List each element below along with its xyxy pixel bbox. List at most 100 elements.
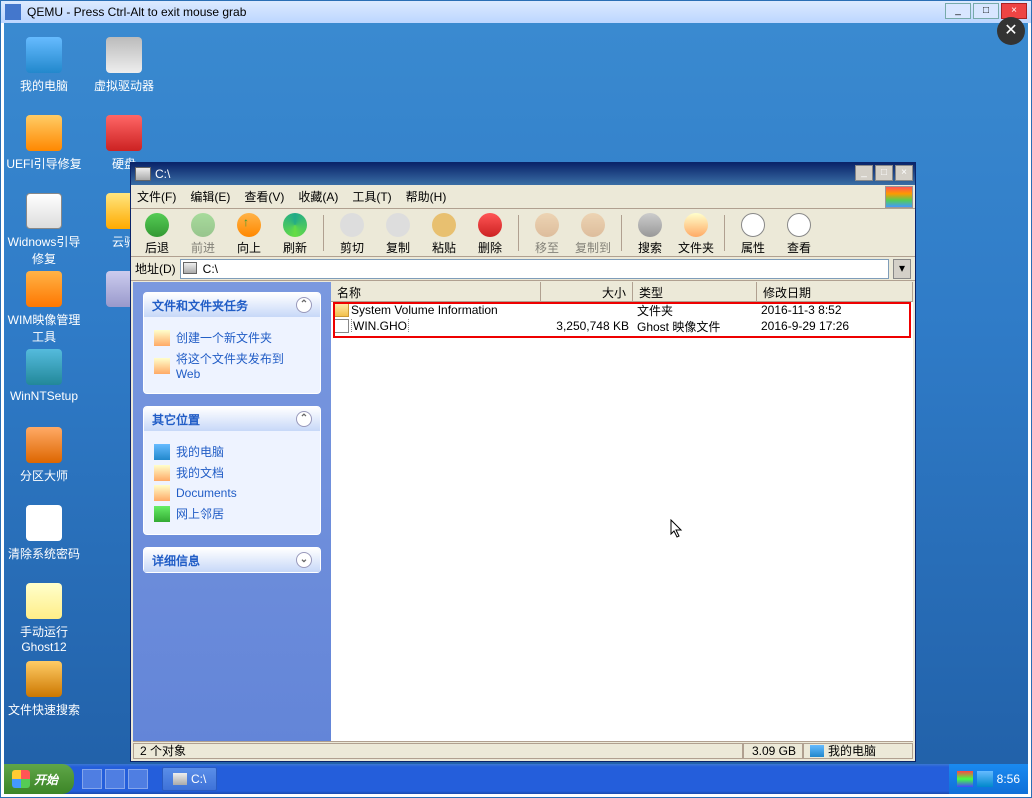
file-size: 3,250,748 KB	[543, 319, 635, 333]
view-button[interactable]: 查看	[777, 211, 821, 255]
forward-button: 前进	[181, 211, 225, 255]
col-date[interactable]: 修改日期	[757, 282, 913, 301]
delete-button[interactable]: 删除	[468, 211, 512, 255]
cut-button[interactable]: 剪切	[330, 211, 374, 255]
menu-edit[interactable]: 编辑(E)	[190, 188, 230, 205]
menu-view[interactable]: 查看(V)	[244, 188, 284, 205]
quick-launch	[82, 769, 148, 789]
address-input[interactable]	[180, 259, 889, 279]
desktop-icon-label: WIM映像管理工具	[4, 311, 84, 345]
xp-desktop[interactable]: 我的电脑虚拟驱动器UEFI引导修复硬盘Widnows引导修复云骑WIM映像管理工…	[4, 23, 1028, 794]
address-drive-icon	[183, 262, 197, 274]
properties-button[interactable]: 属性	[731, 211, 775, 255]
overlay-close-icon[interactable]: ✕	[997, 17, 1025, 45]
sidebar-place-link[interactable]: 网上邻居	[154, 505, 310, 522]
desktop-icon-image	[26, 505, 62, 541]
tray-icon[interactable]	[977, 771, 993, 787]
desktop-icon[interactable]: 我的电脑	[4, 33, 84, 103]
sidebar-task-link[interactable]: 将这个文件夹发布到 Web	[154, 350, 310, 381]
explorer-window-buttons: _ □ ×	[853, 165, 913, 181]
sidebar-task-link[interactable]: 创建一个新文件夹	[154, 329, 310, 346]
qemu-title-text: QEMU - Press Ctrl-Alt to exit mouse grab	[27, 5, 246, 19]
maximize-button[interactable]: □	[973, 3, 999, 19]
qemu-window: QEMU - Press Ctrl-Alt to exit mouse grab…	[0, 0, 1032, 798]
ql-item[interactable]	[105, 769, 125, 789]
desktop-icon[interactable]: 分区大师	[4, 423, 84, 493]
explorer-title-text: C:\	[155, 167, 170, 181]
menu-help[interactable]: 帮助(H)	[406, 188, 447, 205]
place-icon	[154, 444, 170, 460]
file-row[interactable]: WIN.GHO3,250,748 KBGhost 映像文件2016-9-29 1…	[331, 318, 913, 334]
search-button[interactable]: 搜索	[628, 211, 672, 255]
copy-icon	[386, 213, 410, 237]
qemu-titlebar[interactable]: QEMU - Press Ctrl-Alt to exit mouse grab…	[1, 1, 1031, 23]
menu-fav[interactable]: 收藏(A)	[298, 188, 338, 205]
tray-icon[interactable]	[957, 771, 973, 787]
back-button[interactable]: 后退	[135, 211, 179, 255]
start-button[interactable]: 开始	[4, 764, 74, 794]
desktop-icon-label: 文件快速搜索	[4, 701, 84, 718]
desktop-icon[interactable]: WIM映像管理工具	[4, 267, 84, 337]
cut-icon	[340, 213, 364, 237]
desktop-icon-image	[26, 271, 62, 307]
desktop-icon[interactable]: WinNTSetup	[4, 345, 84, 415]
col-name[interactable]: 名称	[331, 282, 541, 301]
menu-tool[interactable]: 工具(T)	[352, 188, 391, 205]
taskbar-task[interactable]: C:\	[162, 767, 217, 791]
chevron-down-icon: ⌄	[296, 552, 312, 568]
place-icon	[154, 506, 170, 522]
col-size[interactable]: 大小	[541, 282, 633, 301]
explorer-maximize-button[interactable]: □	[875, 165, 893, 181]
col-type[interactable]: 类型	[633, 282, 757, 301]
desktop-icon[interactable]: UEFI引导修复	[4, 111, 84, 181]
explorer-titlebar[interactable]: C:\ _ □ ×	[131, 163, 915, 185]
desktop-icon-label: Widnows引导修复	[4, 233, 84, 267]
ql-item[interactable]	[128, 769, 148, 789]
file-name: System Volume Information	[351, 303, 543, 317]
menu-file[interactable]: 文件(F)	[137, 188, 176, 205]
explorer-body: 文件和文件夹任务⌃ 创建一个新文件夹将这个文件夹发布到 Web 其它位置⌃ 我的…	[133, 282, 913, 741]
file-date: 2016-9-29 17:26	[759, 319, 849, 333]
address-dropdown-button[interactable]: ▾	[893, 259, 911, 279]
paste-icon	[432, 213, 456, 237]
tasks-panel-header[interactable]: 文件和文件夹任务⌃	[144, 293, 320, 317]
toolbar-separator	[621, 215, 622, 251]
refresh-button[interactable]: 刷新	[273, 211, 317, 255]
copy-button[interactable]: 复制	[376, 211, 420, 255]
explorer-minimize-button[interactable]: _	[855, 165, 873, 181]
desktop-icon[interactable]: Widnows引导修复	[4, 189, 84, 259]
explorer-file-pane[interactable]: 名称 大小 类型 修改日期 System Volume Information文…	[331, 282, 913, 741]
system-tray: 8:56	[949, 764, 1028, 794]
explorer-close-button[interactable]: ×	[895, 165, 913, 181]
moveto-icon	[535, 213, 559, 237]
ql-item[interactable]	[82, 769, 102, 789]
copyto-icon	[581, 213, 605, 237]
taskbar: 开始 C:\ 8:56	[4, 764, 1028, 794]
file-name: WIN.GHO	[351, 319, 543, 333]
file-row[interactable]: System Volume Information文件夹2016-11-3 8:…	[331, 302, 913, 318]
sidebar-place-link[interactable]: Documents	[154, 485, 310, 501]
folders-button[interactable]: 文件夹	[674, 211, 718, 255]
desktop-icon[interactable]: 虚拟驱动器	[84, 33, 164, 103]
toolbar-separator	[518, 215, 519, 251]
desktop-icon[interactable]: 文件快速搜索	[4, 657, 84, 727]
other-places-header[interactable]: 其它位置⌃	[144, 407, 320, 431]
properties-icon	[741, 213, 765, 237]
desktop-icon-label: 我的电脑	[4, 77, 84, 94]
address-label: 地址(D)	[135, 260, 176, 277]
desktop-icon[interactable]: 清除系统密码	[4, 501, 84, 571]
desktop-icon[interactable]: 手动运行Ghost12	[4, 579, 84, 649]
explorer-statusbar: 2 个对象 3.09 GB 我的电脑	[133, 741, 913, 759]
task-icon	[154, 358, 170, 374]
minimize-button[interactable]: _	[945, 3, 971, 19]
toolbar-separator	[323, 215, 324, 251]
paste-button[interactable]: 粘贴	[422, 211, 466, 255]
details-panel-header[interactable]: 详细信息⌄	[144, 548, 320, 572]
sidebar-place-link[interactable]: 我的文档	[154, 464, 310, 481]
toolbar-separator	[724, 215, 725, 251]
sidebar-place-link[interactable]: 我的电脑	[154, 443, 310, 460]
up-button[interactable]: 向上	[227, 211, 271, 255]
file-date: 2016-11-3 8:52	[759, 303, 842, 317]
column-headers: 名称 大小 类型 修改日期	[331, 282, 913, 302]
desktop-icon-image	[26, 37, 62, 73]
